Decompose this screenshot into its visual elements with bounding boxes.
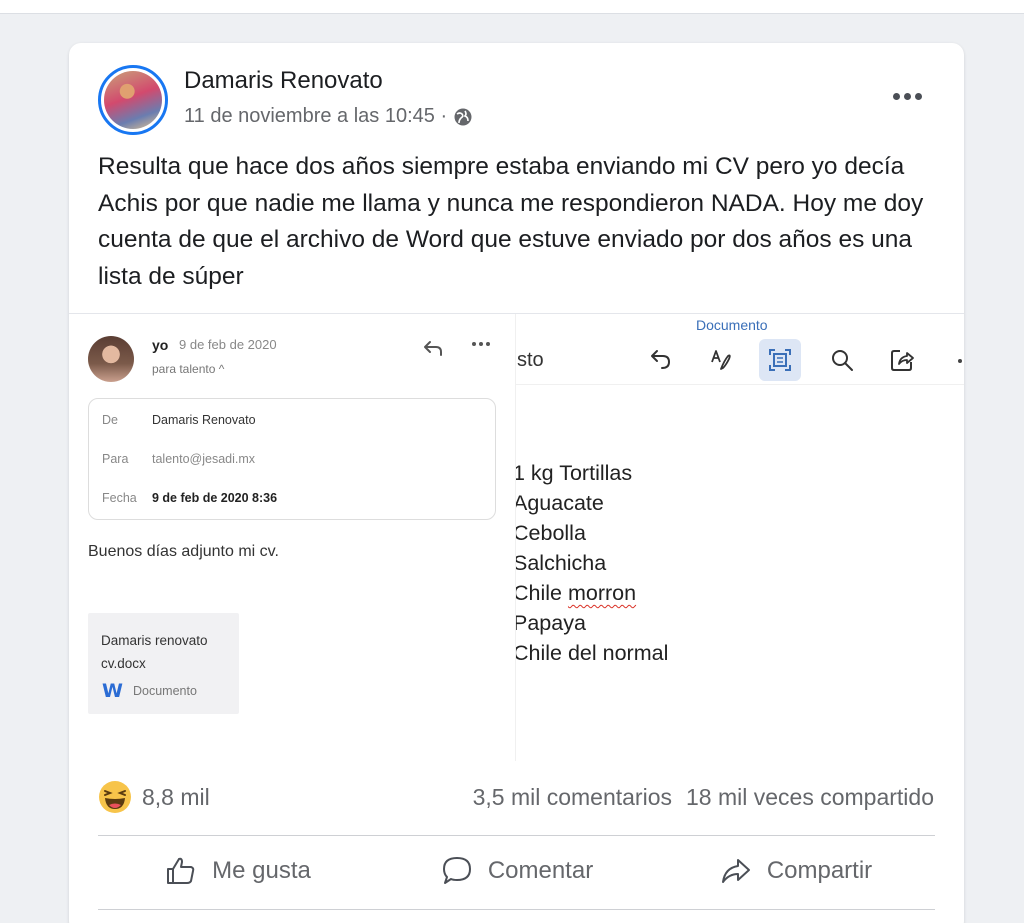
- share-arrow-icon: [721, 859, 750, 883]
- date-value: 9 de feb de 2020 8:36: [152, 491, 278, 505]
- toolbar-separator: [516, 384, 964, 385]
- like-button[interactable]: Me gusta: [98, 839, 377, 903]
- email-sender: yo: [152, 337, 169, 353]
- attachment-name: Damaris renovato cv.docx: [101, 633, 208, 671]
- word-icon: W: [102, 680, 123, 702]
- share-button[interactable]: Compartir: [656, 839, 935, 903]
- post-image[interactable]: yo 9 de feb de 2020 para talento ^ De Da…: [69, 313, 964, 761]
- document-screenshot: Documento sto 1 kg Tortillas Aguacate Ce…: [516, 314, 964, 761]
- thumbs-up-icon: [167, 857, 195, 884]
- attachment-type: Documento: [133, 684, 197, 698]
- stats-divider: [98, 835, 935, 836]
- list-item: 1 kg Tortillas: [516, 461, 633, 485]
- from-value: Damaris Renovato: [152, 413, 256, 427]
- share-icon: [881, 339, 923, 381]
- email-details-box: De Damaris Renovato Para talento@jesadi.…: [88, 398, 496, 520]
- post-stats: 3,5 mil comentarios 18 mil veces compart…: [473, 784, 934, 811]
- draw-icon: [700, 339, 742, 381]
- list-item-text: Chile: [516, 581, 568, 605]
- comment-icon: [442, 857, 471, 884]
- globe-icon[interactable]: [453, 107, 473, 127]
- comment-button[interactable]: Comentar: [377, 839, 656, 903]
- list-item: Salchicha: [516, 551, 607, 575]
- like-label: Me gusta: [212, 857, 311, 884]
- action-bar: Me gusta Comentar Compartir: [98, 839, 935, 903]
- search-icon: [821, 339, 863, 381]
- actions-divider: [98, 909, 935, 910]
- email-recipient-line: para talento ^: [152, 362, 225, 376]
- email-screenshot: yo 9 de feb de 2020 para talento ^ De Da…: [69, 314, 516, 761]
- email-to-row: Para talento@jesadi.mx: [102, 452, 255, 466]
- comments-count[interactable]: 3,5 mil comentarios: [473, 784, 672, 811]
- email-avatar: [88, 336, 134, 382]
- post-meta: 11 de noviembre a las 10:45 ·: [184, 105, 473, 128]
- comment-label: Comentar: [487, 857, 594, 884]
- post-text: Resulta que hace dos años siempre estaba…: [98, 153, 924, 290]
- email-attachment: Damaris renovato cv.docx W Documento: [88, 613, 239, 714]
- post-options-button[interactable]: [888, 83, 926, 109]
- post-card: Damaris Renovato 11 de noviembre a las 1…: [69, 43, 964, 923]
- top-bar: [0, 0, 1024, 14]
- email-more-icon: [472, 342, 490, 346]
- author-avatar[interactable]: [98, 65, 168, 135]
- laughing-emoji-icon: [99, 781, 131, 813]
- to-value: talento@jesadi.mx: [152, 452, 256, 466]
- email-date-row: Fecha 9 de feb de 2020 8:36: [102, 491, 277, 505]
- more-dot-icon: [903, 92, 911, 100]
- author-name[interactable]: Damaris Renovato: [184, 67, 383, 95]
- more-dot-icon: [892, 92, 900, 100]
- from-label: De: [102, 413, 118, 427]
- reaction-summary[interactable]: 8,8 mil: [98, 780, 210, 814]
- document-toolbar-fragment: sto: [517, 349, 544, 371]
- reaction-count: 8,8 mil: [142, 783, 210, 810]
- list-item: Papaya: [516, 611, 586, 635]
- avatar-photo: [104, 71, 162, 129]
- focus-icon: [759, 339, 801, 381]
- list-item: Aguacate: [516, 491, 604, 515]
- post-timestamp[interactable]: 11 de noviembre a las 10:45 ·: [184, 105, 447, 128]
- share-label: Compartir: [766, 857, 873, 884]
- list-item: Chile del normal: [516, 641, 669, 665]
- list-item: Cebolla: [516, 521, 586, 545]
- document-title: Documento: [696, 317, 768, 333]
- email-body: Buenos días adjunto mi cv.: [88, 543, 279, 560]
- email-from-row: De Damaris Renovato: [102, 413, 256, 427]
- reply-icon: [424, 341, 442, 356]
- date-label: Fecha: [102, 491, 137, 505]
- toolbar-overflow-icon: [958, 359, 962, 363]
- undo-icon: [640, 339, 682, 381]
- more-dot-icon: [914, 92, 922, 100]
- list-item: Chile morron: [516, 578, 668, 608]
- shopping-list: 1 kg Tortillas Aguacate Cebolla Salchich…: [516, 458, 668, 668]
- to-label: Para: [102, 452, 129, 466]
- shares-count[interactable]: 18 mil veces compartido: [686, 784, 934, 811]
- misspelled-word: morron: [567, 581, 637, 605]
- email-date: 9 de feb de 2020: [179, 337, 277, 352]
